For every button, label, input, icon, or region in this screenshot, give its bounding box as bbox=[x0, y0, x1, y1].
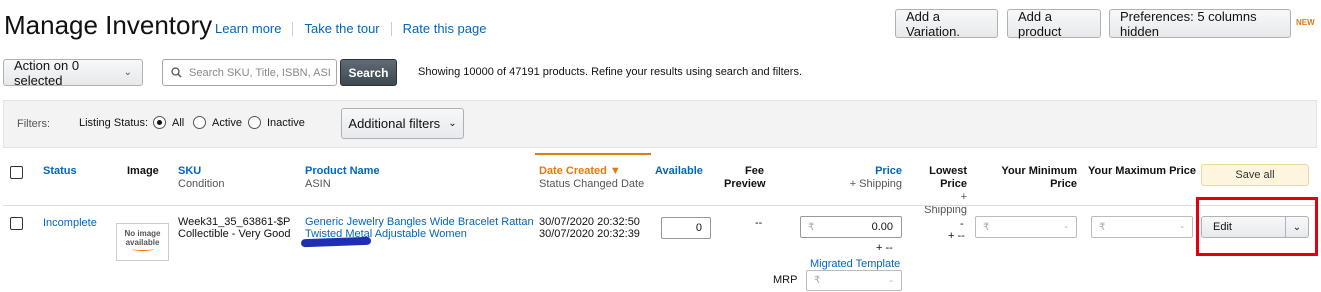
listing-status-label: Listing Status: bbox=[79, 117, 149, 129]
col-sku[interactable]: SKU Condition bbox=[178, 165, 224, 191]
mrp-input[interactable]: ₹ - bbox=[806, 270, 902, 291]
radio-icon bbox=[193, 116, 206, 129]
radio-label: Inactive bbox=[267, 116, 305, 129]
bulk-action-label: Action on 0 selected bbox=[14, 57, 80, 88]
page-title: Manage Inventory bbox=[4, 10, 213, 40]
col-product-name[interactable]: Product Name ASIN bbox=[305, 165, 380, 191]
new-badge: NEW bbox=[1296, 18, 1315, 27]
lowest-shipping-value: + -- bbox=[948, 230, 965, 242]
col-lowest-price: Lowest Price + Shipping bbox=[924, 165, 967, 216]
fee-preview-value: -- bbox=[755, 217, 763, 229]
additional-filters-label: Additional filters bbox=[348, 116, 441, 131]
col-max-price: Your Maximum Price bbox=[1088, 165, 1196, 177]
radio-all[interactable]: All bbox=[153, 116, 184, 129]
rate-page-link[interactable]: Rate this page bbox=[403, 21, 487, 36]
mrp-label: MRP bbox=[773, 274, 798, 286]
col-price[interactable]: Price + Shipping bbox=[840, 165, 902, 191]
col-status[interactable]: Status bbox=[43, 165, 77, 178]
bulk-action-select[interactable]: Action on 0 selected ⌄ bbox=[3, 57, 143, 88]
search-placeholder: Search SKU, Title, ISBN, ASI bbox=[189, 66, 331, 79]
col-date-created[interactable]: Date Created ▼ Status Changed Date bbox=[539, 165, 644, 191]
chevron-down-icon: ⌄ bbox=[448, 118, 457, 129]
divider bbox=[3, 205, 1317, 206]
min-price-input[interactable]: ₹ - bbox=[975, 216, 1077, 238]
product-name-link[interactable]: Generic Jewelry Bangles Wide Bracelet Ra… bbox=[305, 216, 534, 240]
radio-label: Active bbox=[212, 116, 242, 129]
radio-inactive[interactable]: Inactive bbox=[248, 116, 305, 129]
additional-filters-button[interactable]: Additional filters ⌄ bbox=[341, 108, 464, 139]
col-min-price: Your Minimum Price bbox=[1001, 165, 1077, 190]
max-price-input[interactable]: ₹ - bbox=[1091, 216, 1193, 238]
save-all-button[interactable]: Save all bbox=[1201, 164, 1309, 186]
add-variation-button[interactable]: Add a Variation. bbox=[895, 9, 998, 39]
shipping-value: + -- bbox=[876, 242, 893, 254]
col-fee-preview: Fee Preview bbox=[724, 165, 766, 190]
filters-label: Filters: bbox=[17, 118, 50, 130]
redaction-scribble bbox=[300, 236, 372, 248]
active-sort-indicator bbox=[535, 153, 651, 155]
chevron-down-icon: ⌄ bbox=[123, 67, 132, 78]
status-link[interactable]: Incomplete bbox=[43, 217, 97, 229]
radio-label: All bbox=[172, 116, 185, 129]
learn-more-link[interactable]: Learn more bbox=[215, 21, 281, 36]
date-cell: 30/07/2020 20:32:50 30/07/2020 20:32:39 bbox=[539, 216, 640, 240]
sort-desc-icon: ▼ bbox=[609, 165, 621, 177]
no-image-placeholder: No image available bbox=[116, 223, 169, 261]
radio-icon bbox=[248, 116, 261, 129]
sku-cell: Week31_35_63861-$P Collectible - Very Goo… bbox=[178, 216, 291, 240]
take-tour-link[interactable]: Take the tour bbox=[304, 21, 379, 36]
lowest-price-value: - bbox=[960, 218, 964, 230]
radio-active[interactable]: Active bbox=[193, 116, 242, 129]
results-count-text: Showing 10000 of 47191 products. Refine … bbox=[418, 66, 803, 78]
row-checkbox[interactable] bbox=[10, 217, 23, 230]
select-all-checkbox[interactable] bbox=[10, 166, 23, 179]
divider bbox=[292, 21, 294, 36]
divider bbox=[390, 21, 392, 36]
search-button[interactable]: Search bbox=[340, 59, 397, 86]
price-input[interactable]: ₹0.00 bbox=[800, 216, 902, 238]
col-image: Image bbox=[127, 165, 159, 177]
migrated-template-link[interactable]: Migrated Template bbox=[810, 258, 900, 270]
col-available[interactable]: Available bbox=[655, 165, 703, 178]
radio-selected-icon bbox=[153, 116, 166, 129]
header-links: Learn more Take the tour Rate this page bbox=[215, 21, 486, 36]
amazon-smile-icon bbox=[131, 247, 154, 251]
search-icon bbox=[171, 67, 182, 78]
available-quantity-input[interactable]: 0 bbox=[661, 217, 711, 239]
search-input[interactable]: Search SKU, Title, ISBN, ASI bbox=[162, 59, 337, 86]
highlight-annotation-box bbox=[1196, 197, 1318, 256]
add-product-button[interactable]: Add a product bbox=[1007, 9, 1101, 39]
preferences-button[interactable]: Preferences: 5 columns hidden bbox=[1109, 9, 1291, 39]
